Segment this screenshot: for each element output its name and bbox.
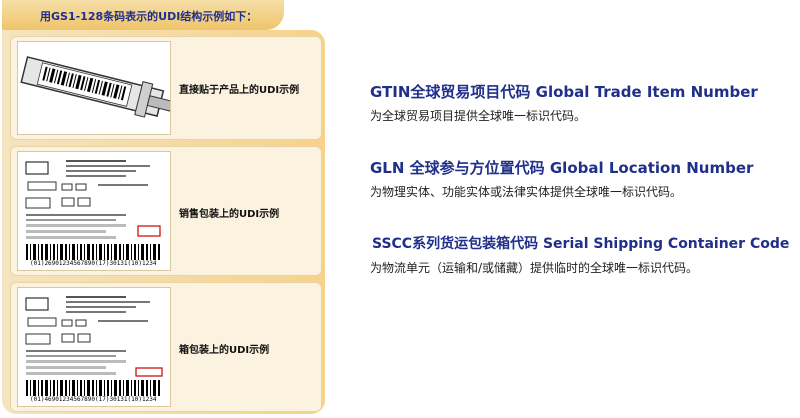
definition-title-gtin: GTIN全球贸易项目代码 Global Trade Item Number <box>370 83 758 101</box>
example-label-case: 箱包装上的UDI示例 <box>179 345 270 356</box>
definition-title-gln: GLN 全球参与方位置代码 Global Location Number <box>370 159 754 177</box>
example-sales-package: (01)26901234567890(17)30131(10)1234 销售包装… <box>10 146 322 276</box>
case-package-hri-text: (01)46901234567890(17)30131(10)1234 <box>30 396 157 403</box>
definition-desc-sscc: 为物流单元（运输和/或储藏）提供临时的全球唯一标识代码。 <box>370 261 699 275</box>
syringe-label-illustration-icon <box>17 41 171 135</box>
definitions-panel: GTIN全球贸易项目代码 Global Trade Item Number 为全… <box>348 0 800 418</box>
definition-title-sscc: SSCC系列货运包装箱代码 Serial Shipping Container … <box>372 236 790 252</box>
sales-package-label-illustration-icon: (01)26901234567890(17)30131(10)1234 <box>17 151 171 271</box>
header-title: 用GS1-128条码表示的UDI结构示例如下： <box>40 10 258 23</box>
example-label-direct: 直接贴于产品上的UDI示例 <box>179 85 300 96</box>
left-panel: 用GS1-128条码表示的UDI结构示例如下： 直接贴于产品上的UDI示例 (0… <box>0 0 330 418</box>
definition-desc-gtin: 为全球贸易项目提供全球唯一标识代码。 <box>370 109 587 123</box>
example-label-sales: 销售包装上的UDI示例 <box>179 209 280 220</box>
example-direct-marking: 直接贴于产品上的UDI示例 <box>10 36 322 140</box>
header-tab: 用GS1-128条码表示的UDI结构示例如下： <box>2 0 284 30</box>
sales-package-hri-text: (01)26901234567890(17)30131(10)1234 <box>30 260 157 267</box>
definition-desc-gln: 为物理实体、功能实体或法律实体提供全球唯一标识代码。 <box>370 185 683 199</box>
case-package-label-illustration-icon: (01)46901234567890(17)30131(10)1234 <box>17 287 171 407</box>
example-case-package: (01)46901234567890(17)30131(10)1234 箱包装上… <box>10 282 322 412</box>
